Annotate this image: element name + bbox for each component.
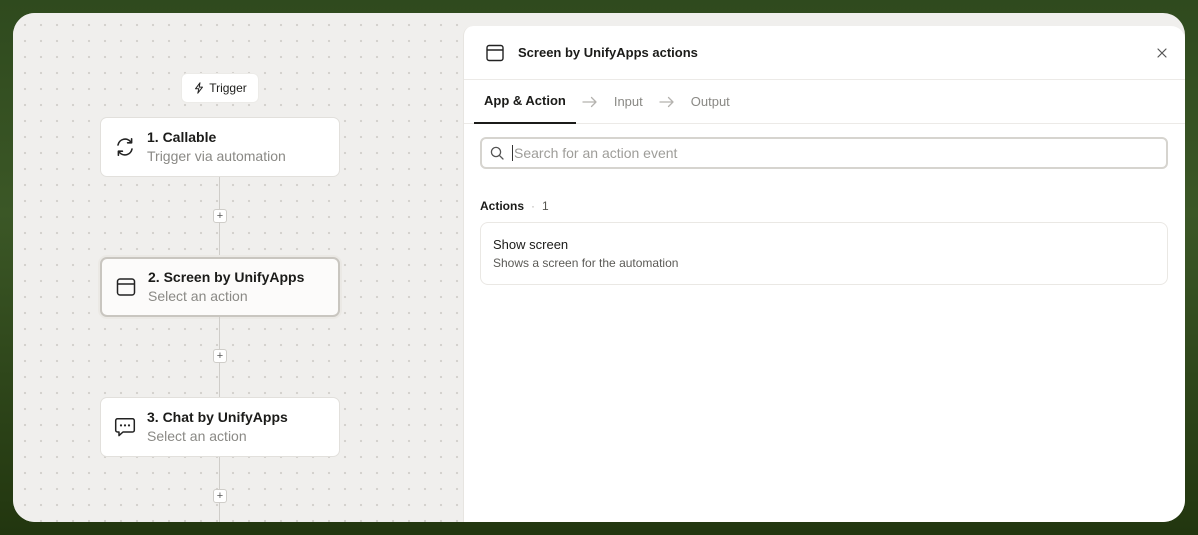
app-frame: Trigger 1. Callable Trigger via automati… [13, 13, 1185, 522]
actions-section-header: Actions · 1 [480, 199, 549, 213]
trigger-label: Trigger [209, 81, 247, 95]
action-item-show-screen[interactable]: Show screen Shows a screen for the autom… [480, 222, 1168, 285]
panel-header: Screen by UnifyApps actions [464, 26, 1185, 80]
add-step-button[interactable]: + [213, 489, 227, 503]
close-icon [1157, 48, 1167, 58]
workflow-node-screen[interactable]: 2. Screen by UnifyApps Select an action [100, 257, 340, 317]
refresh-icon [113, 135, 137, 159]
add-step-button[interactable]: + [213, 209, 227, 223]
tab-input[interactable]: Input [604, 80, 653, 124]
panel-title: Screen by UnifyApps actions [518, 45, 698, 60]
action-title: Show screen [493, 237, 569, 252]
window-icon [486, 44, 504, 61]
step-tabs: App & Action Input Output [464, 80, 1185, 124]
tab-app-action[interactable]: App & Action [474, 80, 576, 124]
close-button[interactable] [1153, 44, 1171, 62]
separator-dot: · [531, 199, 536, 213]
workflow-node-callable[interactable]: 1. Callable Trigger via automation [100, 117, 340, 177]
workflow-node-chat[interactable]: 3. Chat by UnifyApps Select an action [100, 397, 340, 457]
actions-count: 1 [542, 199, 549, 213]
node-subtitle: Select an action [148, 288, 248, 304]
node-title: 1. Callable [147, 129, 217, 145]
search-icon [490, 146, 504, 160]
window-icon [114, 275, 138, 299]
workflow-canvas[interactable]: Trigger 1. Callable Trigger via automati… [13, 13, 463, 522]
node-subtitle: Trigger via automation [147, 148, 286, 164]
arrow-right-icon [659, 94, 675, 110]
chat-icon [113, 415, 137, 439]
actions-panel: Screen by UnifyApps actions App & Action… [463, 26, 1185, 522]
search-input[interactable] [514, 145, 1134, 161]
lightning-icon [195, 82, 204, 94]
add-step-button[interactable]: + [213, 349, 227, 363]
section-label: Actions [480, 199, 525, 213]
node-title: 3. Chat by UnifyApps [147, 409, 288, 425]
action-search-box[interactable] [480, 137, 1168, 169]
node-title: 2. Screen by UnifyApps [148, 269, 305, 285]
text-caret [512, 145, 513, 161]
node-subtitle: Select an action [147, 428, 247, 444]
tab-output[interactable]: Output [681, 80, 740, 124]
action-description: Shows a screen for the automation [493, 256, 679, 270]
arrow-right-icon [582, 94, 598, 110]
trigger-button[interactable]: Trigger [181, 73, 259, 103]
